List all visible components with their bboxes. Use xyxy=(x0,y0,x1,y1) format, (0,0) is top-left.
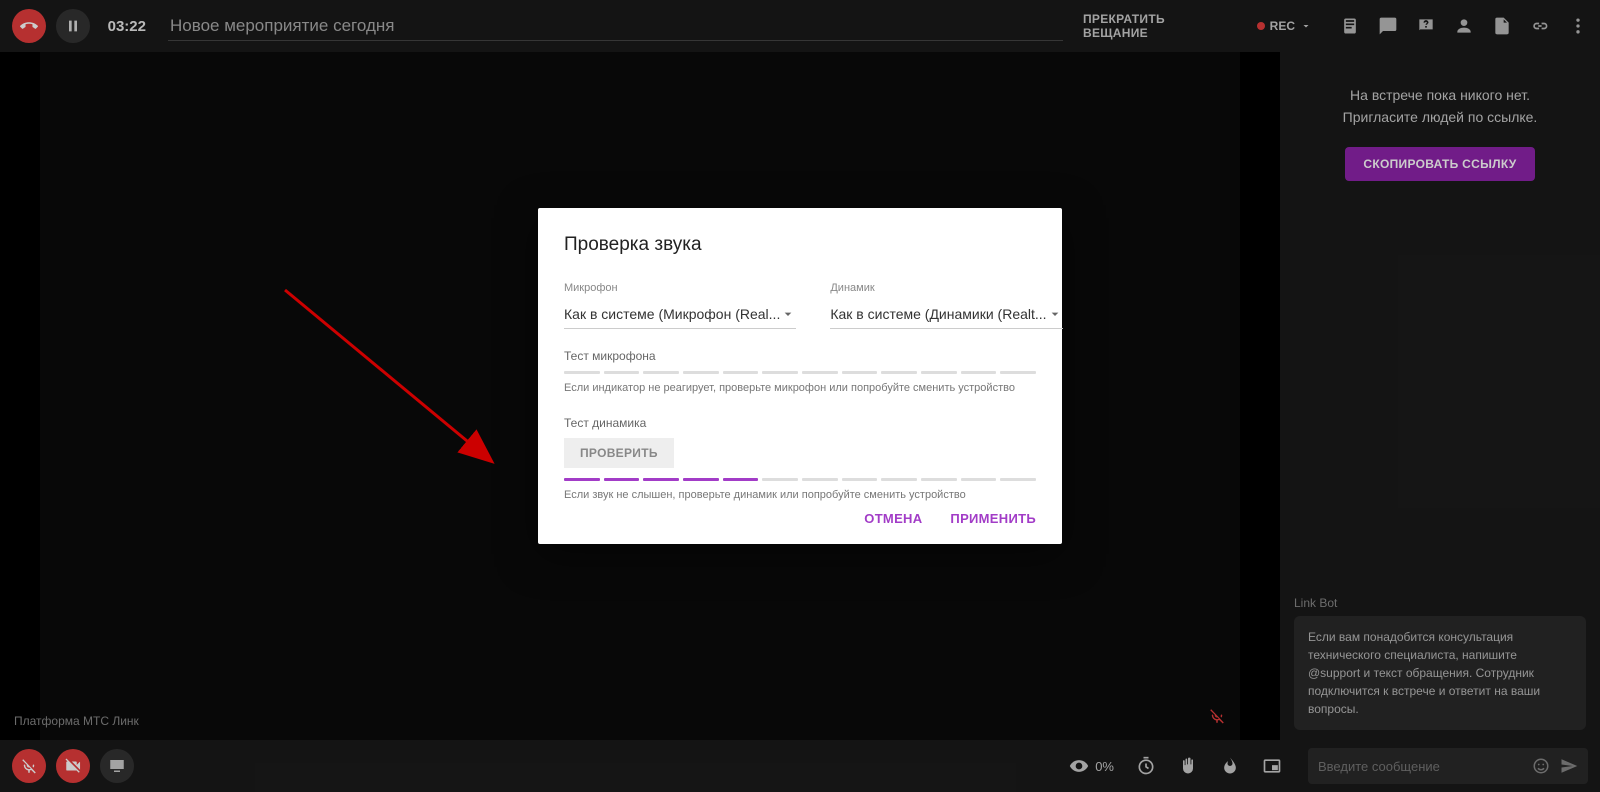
screen-icon xyxy=(108,757,126,775)
more-vert-icon[interactable] xyxy=(1568,16,1588,36)
camera-off-icon xyxy=(64,757,82,775)
zoom-control[interactable]: 0% xyxy=(1063,752,1120,780)
level-segment xyxy=(802,371,838,374)
copy-link-button[interactable]: СКОПИРОВАТЬ ССЫЛКУ xyxy=(1345,147,1534,181)
record-label: REC xyxy=(1270,19,1295,33)
chevron-down-icon xyxy=(1047,306,1063,322)
timer-button[interactable] xyxy=(1130,752,1162,780)
mic-test-label: Тест микрофона xyxy=(564,349,1036,363)
call-timer: 03:22 xyxy=(108,18,146,35)
bot-name: Link Bot xyxy=(1294,596,1586,610)
send-icon[interactable] xyxy=(1560,757,1578,775)
screen-share-button[interactable] xyxy=(100,749,134,783)
level-segment xyxy=(961,478,997,481)
level-segment xyxy=(723,371,759,374)
record-dropdown[interactable]: REC xyxy=(1257,19,1312,33)
level-segment xyxy=(842,371,878,374)
timer-icon xyxy=(1136,756,1156,776)
speaker-level-bar xyxy=(564,478,1036,481)
level-segment xyxy=(762,371,798,374)
speaker-value: Как в системе (Динамики (Realt... xyxy=(830,306,1046,322)
level-segment xyxy=(762,478,798,481)
mic-level-bar xyxy=(564,371,1036,374)
chevron-down-icon xyxy=(1300,20,1312,32)
level-segment xyxy=(921,371,957,374)
speaker-label: Динамик xyxy=(830,282,1062,294)
modal-title: Проверка звука xyxy=(564,234,1036,256)
notes-icon[interactable] xyxy=(1340,16,1360,36)
mic-off-icon xyxy=(20,757,38,775)
pip-icon xyxy=(1262,756,1282,776)
hangup-button[interactable] xyxy=(12,9,46,43)
bot-message: Если вам понадобится консультация технич… xyxy=(1294,616,1586,730)
level-segment xyxy=(802,478,838,481)
level-segment xyxy=(604,478,640,481)
hand-icon xyxy=(1178,756,1198,776)
record-dot-icon xyxy=(1257,22,1265,30)
speaker-test-label: Тест динамика xyxy=(564,416,1036,430)
emoji-icon[interactable] xyxy=(1532,757,1550,775)
mic-muted-indicator xyxy=(1208,707,1226,730)
mic-toggle-button[interactable] xyxy=(12,749,46,783)
empty-meeting-message: На встрече пока никого нет. Пригласите л… xyxy=(1280,70,1600,129)
mic-value: Как в системе (Микрофон (Real... xyxy=(564,306,780,322)
mic-hint: Если индикатор не реагирует, проверьте м… xyxy=(564,382,1036,394)
chat-input-wrap xyxy=(1308,748,1588,784)
sidebar: На встрече пока никого нет. Пригласите л… xyxy=(1280,52,1600,740)
camera-toggle-button[interactable] xyxy=(56,749,90,783)
platform-watermark: Платформа МТС Линк xyxy=(14,714,139,728)
sound-check-modal: Проверка звука Микрофон Как в системе (М… xyxy=(538,208,1062,544)
fire-button[interactable] xyxy=(1214,752,1246,780)
chevron-down-icon xyxy=(780,306,796,322)
link-icon[interactable] xyxy=(1530,16,1550,36)
chat-icon[interactable] xyxy=(1378,16,1398,36)
person-icon[interactable] xyxy=(1454,16,1474,36)
level-segment xyxy=(683,478,719,481)
level-segment xyxy=(604,371,640,374)
level-segment xyxy=(881,478,917,481)
level-segment xyxy=(961,371,997,374)
help-icon[interactable] xyxy=(1416,16,1436,36)
apply-button[interactable]: ПРИМЕНИТЬ xyxy=(950,511,1036,526)
empty-line-1: На встрече пока никого нет. xyxy=(1304,84,1576,106)
empty-line-2: Пригласите людей по ссылке. xyxy=(1304,106,1576,128)
pip-button[interactable] xyxy=(1256,752,1288,780)
speaker-hint: Если звук не слышен, проверьте динамик и… xyxy=(564,489,1036,501)
level-segment xyxy=(1000,371,1036,374)
level-segment xyxy=(564,371,600,374)
level-segment xyxy=(643,478,679,481)
mic-select[interactable]: Как в системе (Микрофон (Real... xyxy=(564,300,796,329)
level-segment xyxy=(683,371,719,374)
phone-hangup-icon xyxy=(20,17,38,35)
zoom-value: 0% xyxy=(1095,759,1114,774)
pause-icon xyxy=(65,18,81,34)
level-segment xyxy=(723,478,759,481)
level-segment xyxy=(881,371,917,374)
cancel-button[interactable]: ОТМЕНА xyxy=(864,511,922,526)
check-speaker-button[interactable]: ПРОВЕРИТЬ xyxy=(564,438,674,468)
level-segment xyxy=(564,478,600,481)
pause-button[interactable] xyxy=(56,9,90,43)
event-title-input[interactable] xyxy=(168,12,1063,41)
level-segment xyxy=(1000,478,1036,481)
eye-icon xyxy=(1069,756,1089,776)
mic-label: Микрофон xyxy=(564,282,796,294)
bot-area: Link Bot Если вам понадобится консультац… xyxy=(1280,596,1600,740)
level-segment xyxy=(842,478,878,481)
fire-icon xyxy=(1220,756,1240,776)
topbar-icons xyxy=(1340,16,1588,36)
level-segment xyxy=(643,371,679,374)
raise-hand-button[interactable] xyxy=(1172,752,1204,780)
speaker-select[interactable]: Как в системе (Динамики (Realt... xyxy=(830,300,1062,329)
mic-off-icon xyxy=(1208,707,1226,725)
stop-broadcast-button[interactable]: ПРЕКРАТИТЬ ВЕЩАНИЕ xyxy=(1083,12,1233,40)
document-icon[interactable] xyxy=(1492,16,1512,36)
topbar: 03:22 ПРЕКРАТИТЬ ВЕЩАНИЕ REC xyxy=(0,0,1600,52)
bottombar: 0% xyxy=(0,740,1600,792)
chat-input[interactable] xyxy=(1318,759,1532,774)
level-segment xyxy=(921,478,957,481)
